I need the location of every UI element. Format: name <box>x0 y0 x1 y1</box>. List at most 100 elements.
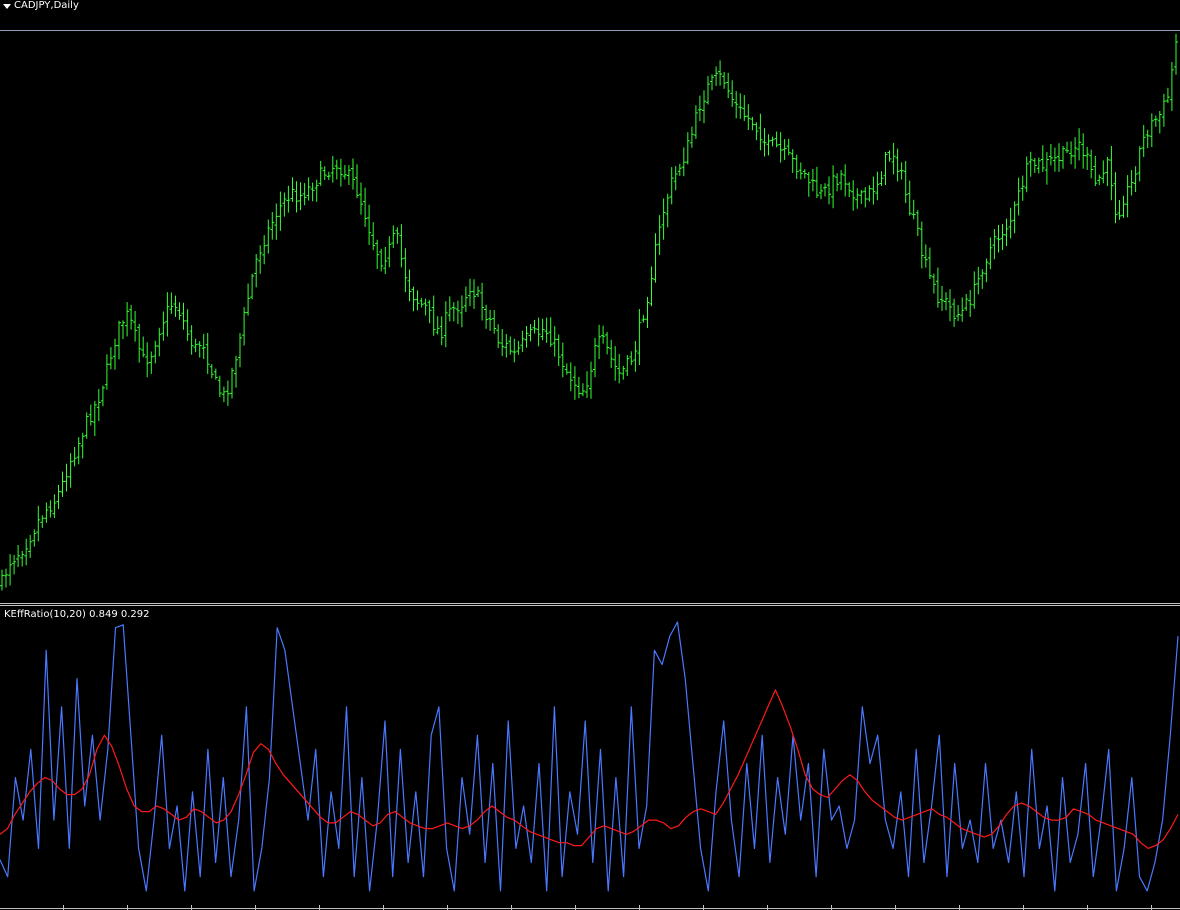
indicator-value-1: 0.849 <box>89 609 118 620</box>
candle <box>996 225 1001 253</box>
candle <box>266 219 271 254</box>
candle <box>56 484 61 510</box>
candle <box>653 233 658 283</box>
candle <box>100 385 105 407</box>
candle <box>205 332 210 374</box>
candle <box>326 171 331 180</box>
candle <box>88 404 93 426</box>
candle <box>391 225 396 249</box>
candle <box>201 334 206 359</box>
candle <box>649 266 654 307</box>
chart-symbol-label[interactable]: CADJPY,Daily <box>14 0 79 12</box>
candle <box>766 134 771 156</box>
candle <box>455 300 460 324</box>
candle <box>1061 146 1065 169</box>
candle <box>774 131 779 148</box>
candle <box>754 122 759 141</box>
candle <box>213 368 218 380</box>
candle <box>903 161 908 204</box>
candle <box>157 327 162 357</box>
candle <box>346 165 351 185</box>
candle <box>443 301 448 348</box>
candle <box>488 309 493 331</box>
candle <box>145 342 150 378</box>
candle <box>415 290 420 311</box>
candle <box>431 295 436 336</box>
candle <box>1032 158 1037 173</box>
candle <box>40 515 45 528</box>
candle <box>44 502 49 523</box>
candle <box>193 338 198 353</box>
candle <box>209 364 214 379</box>
candle <box>294 181 299 213</box>
candle <box>435 316 440 335</box>
candle <box>427 300 432 324</box>
candle <box>633 341 638 372</box>
candle <box>1036 157 1041 174</box>
candle <box>8 554 13 586</box>
candle <box>540 318 545 341</box>
candle <box>935 267 940 308</box>
candle <box>835 173 840 192</box>
candle <box>472 279 476 309</box>
candle <box>802 169 807 179</box>
candle <box>16 545 21 568</box>
candle <box>1048 144 1053 166</box>
candle <box>710 74 714 91</box>
candle <box>1004 218 1009 246</box>
candle <box>1040 145 1045 172</box>
candle <box>919 221 924 269</box>
candle <box>24 538 29 566</box>
candle <box>520 330 525 353</box>
candle <box>665 193 670 228</box>
candle <box>403 248 408 293</box>
candle <box>12 554 17 575</box>
candle <box>250 273 255 300</box>
candle <box>334 159 339 180</box>
candle <box>750 116 755 131</box>
candle <box>597 324 602 359</box>
candle <box>641 314 646 323</box>
candle <box>1020 175 1025 201</box>
candle <box>423 298 428 316</box>
candle <box>601 325 606 344</box>
candle <box>532 320 537 334</box>
candle <box>605 331 610 355</box>
candle <box>371 222 376 251</box>
candle <box>528 324 533 342</box>
candle <box>960 297 965 322</box>
candle <box>121 320 125 340</box>
candle <box>1069 141 1074 165</box>
candle <box>338 158 343 187</box>
candle <box>952 298 957 327</box>
candle <box>367 204 372 245</box>
candle <box>84 412 89 439</box>
candle <box>96 389 101 421</box>
candle <box>637 309 642 365</box>
candle <box>645 296 650 328</box>
candle <box>1117 200 1122 220</box>
candle <box>778 132 783 163</box>
candle <box>572 366 577 400</box>
candle <box>944 292 948 311</box>
candle <box>173 295 178 317</box>
candle <box>1085 146 1090 170</box>
candle <box>177 302 182 320</box>
candle <box>879 171 884 186</box>
candle <box>278 191 283 231</box>
candle <box>859 189 864 204</box>
candle <box>742 95 747 121</box>
candle <box>342 165 347 180</box>
candle <box>593 337 597 378</box>
candle <box>72 447 77 467</box>
candle <box>129 304 134 330</box>
candle <box>447 296 452 322</box>
candle <box>560 342 565 378</box>
candle <box>915 210 920 237</box>
ratio-line <box>0 621 1179 892</box>
candle <box>480 282 485 321</box>
candle <box>1153 115 1158 127</box>
candle <box>1141 125 1146 157</box>
symbol-dropdown-icon[interactable] <box>3 4 11 9</box>
candle <box>1093 155 1098 187</box>
